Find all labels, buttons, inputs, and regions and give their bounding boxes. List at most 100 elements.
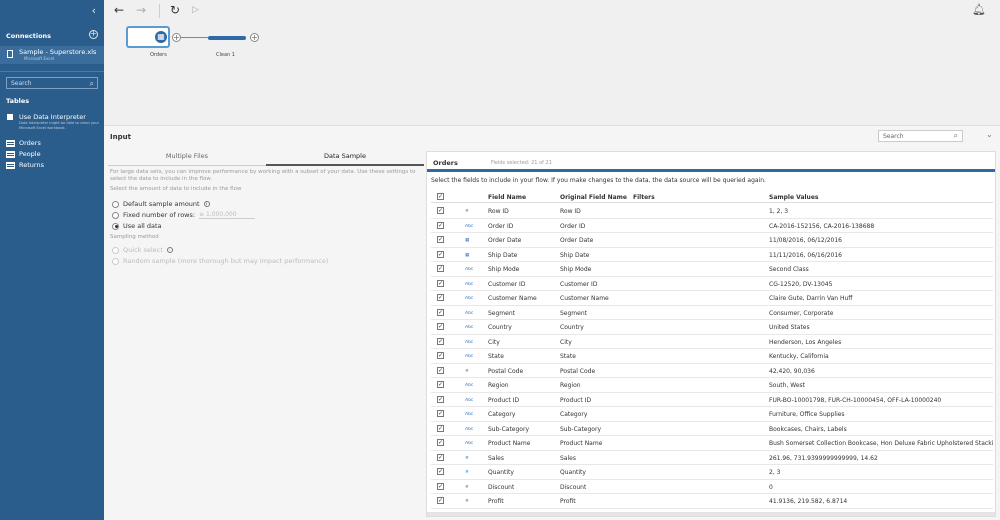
field-name[interactable]: Discount xyxy=(488,484,514,491)
string-type-icon[interactable]: Abc xyxy=(465,398,473,403)
field-name[interactable]: Product ID xyxy=(488,397,519,404)
collapse-sidebar-icon[interactable]: ‹ xyxy=(92,4,96,17)
table-row[interactable]: ✓ Abc Region Region South, West xyxy=(431,378,993,393)
string-type-icon[interactable]: Abc xyxy=(465,296,473,301)
field-checkbox[interactable]: ✓ xyxy=(437,207,444,214)
date-type-icon[interactable]: ▦ xyxy=(465,253,469,258)
table-row[interactable]: ✓ ▦ Ship Date Ship Date 11/11/2016, 06/16/20… xyxy=(431,248,993,262)
field-name[interactable]: Customer ID xyxy=(488,281,525,288)
sidebar-table-returns[interactable]: Returns xyxy=(6,160,44,170)
field-checkbox[interactable]: ✓ xyxy=(437,265,444,272)
table-row[interactable]: ✓ Abc Segment Segment Consumer, Corporate xyxy=(431,306,993,320)
field-name[interactable]: Sales xyxy=(488,455,504,462)
field-checkbox[interactable]: ✓ xyxy=(437,221,444,229)
field-name[interactable]: Region xyxy=(488,382,509,389)
clean-step-node[interactable] xyxy=(208,36,246,40)
run-flow-icon[interactable]: ▷ xyxy=(192,5,199,15)
table-row[interactable]: ✓ Abc Product ID Product ID FUR-BO-10001798,… xyxy=(431,393,993,407)
field-name[interactable]: Segment xyxy=(488,310,515,317)
string-type-icon[interactable]: Abc xyxy=(465,354,473,359)
string-type-icon[interactable]: Abc xyxy=(465,427,473,432)
field-checkbox[interactable]: ✓ xyxy=(437,323,444,330)
field-checkbox[interactable]: ✓ xyxy=(437,352,444,359)
field-checkbox[interactable]: ✓ xyxy=(437,366,444,374)
string-type-icon[interactable]: Abc xyxy=(465,383,473,388)
table-row[interactable]: ✓ Abc Ship Mode Ship Mode Second Class xyxy=(431,262,993,277)
string-type-icon[interactable]: Abc xyxy=(465,441,473,446)
table-row[interactable]: ✓ ▦ Order Date Order Date 11/08/2016, 06/12/… xyxy=(431,233,993,248)
field-name[interactable]: Quantity xyxy=(488,469,514,476)
field-name[interactable]: Category xyxy=(488,411,515,418)
number-type-icon[interactable]: # xyxy=(465,470,469,475)
table-row[interactable]: ✓ # Quantity Quantity 2, 3 xyxy=(431,465,993,480)
field-checkbox[interactable]: ✓ xyxy=(437,410,444,417)
string-type-icon[interactable]: Abc xyxy=(465,311,473,316)
field-checkbox[interactable]: ✓ xyxy=(437,279,444,287)
table-row[interactable]: ✓ Abc Category Category Furniture, Office Su… xyxy=(431,407,993,422)
radio-button[interactable] xyxy=(112,200,119,208)
info-icon[interactable]: i xyxy=(166,247,173,253)
add-step-icon-2[interactable]: + xyxy=(250,33,259,42)
data-interpreter-checkbox[interactable] xyxy=(7,114,13,120)
connection-item[interactable]: Sample - Superstore.xls Microsoft Excel xyxy=(0,46,104,64)
table-row[interactable]: ✓ Abc City City Henderson, Los Angeles xyxy=(431,335,993,349)
table-row[interactable]: ✓ # Row ID Row ID 1, 2, 3 xyxy=(431,204,993,219)
string-type-icon[interactable]: Abc xyxy=(465,224,473,229)
field-checkbox[interactable]: ✓ xyxy=(437,308,444,316)
number-type-icon[interactable]: # xyxy=(465,456,469,461)
horizontal-scrollbar[interactable] xyxy=(427,512,995,516)
date-type-icon[interactable]: ▦ xyxy=(465,238,469,243)
number-type-icon[interactable]: # xyxy=(465,209,469,214)
table-row[interactable]: ✓ # Discount Discount 0 xyxy=(431,480,993,494)
field-name[interactable]: Customer Name xyxy=(488,295,537,302)
table-row[interactable]: ✓ # Sales Sales 261.96, 731.9399999999999, 1… xyxy=(431,451,993,465)
number-type-icon[interactable]: # xyxy=(465,499,469,504)
field-name[interactable]: Profit xyxy=(488,498,504,505)
field-checkbox[interactable]: ✓ xyxy=(437,482,444,490)
radio-button[interactable] xyxy=(112,246,119,254)
field-checkbox[interactable]: ✓ xyxy=(437,337,444,345)
refresh-icon[interactable]: ↻ xyxy=(170,3,180,17)
field-name[interactable]: Country xyxy=(488,324,512,331)
table-row[interactable]: ✓ Abc Sub-Category Sub-Category Bookcases, C… xyxy=(431,422,993,436)
field-checkbox[interactable]: ✓ xyxy=(437,250,444,258)
table-row[interactable]: ✓ # Profit Profit 41.9136, 219.582, 6.8714 xyxy=(431,494,993,509)
table-row[interactable]: ✓ Abc Customer ID Customer ID CG-12520, DV-1… xyxy=(431,277,993,291)
table-row[interactable]: ✓ # Postal Code Postal Code 42,420, 90,036 xyxy=(431,364,993,378)
table-row[interactable]: ✓ Abc State State Kentucky, California xyxy=(431,349,993,364)
string-type-icon[interactable]: Abc xyxy=(465,267,473,272)
info-icon[interactable]: i xyxy=(203,201,210,207)
field-checkbox[interactable]: ✓ xyxy=(437,236,444,243)
select-all-checkbox[interactable]: ✓ xyxy=(437,193,444,200)
add-connection-icon[interactable]: + xyxy=(89,30,98,39)
field-checkbox[interactable]: ✓ xyxy=(437,439,444,446)
tab-multiple-files[interactable]: Multiple Files xyxy=(108,148,266,166)
string-type-icon[interactable]: Abc xyxy=(465,325,473,330)
field-name[interactable]: Product Name xyxy=(488,440,530,447)
radio-button[interactable] xyxy=(112,211,119,219)
radio-button[interactable] xyxy=(112,257,119,265)
field-name[interactable]: Row ID xyxy=(488,208,509,215)
radio-quick-select[interactable]: Quick select i xyxy=(112,246,173,254)
number-type-icon[interactable]: # xyxy=(465,485,469,490)
radio-use-all-data[interactable]: Use all data xyxy=(112,222,162,230)
rows-input[interactable]: ≥ 1,000,000 xyxy=(199,211,256,219)
string-type-icon[interactable]: Abc xyxy=(465,282,473,287)
table-row[interactable]: ✓ Abc Country Country United States xyxy=(431,320,993,335)
table-row[interactable]: ✓ Abc Product Name Product Name Bush Somerse… xyxy=(431,436,993,451)
field-checkbox[interactable]: ✓ xyxy=(437,381,444,388)
string-type-icon[interactable]: Abc xyxy=(465,412,473,417)
radio-random-sample[interactable]: Random sample (more thorough but may imp… xyxy=(112,257,328,265)
back-arrow-icon[interactable]: ← xyxy=(114,3,124,17)
field-name[interactable]: Ship Mode xyxy=(488,266,519,273)
number-type-icon[interactable]: # xyxy=(465,369,469,374)
sidebar-table-people[interactable]: People xyxy=(6,149,41,159)
field-name[interactable]: Sub-Category xyxy=(488,426,529,433)
field-name[interactable]: Ship Date xyxy=(488,252,517,259)
field-name[interactable]: City xyxy=(488,339,500,346)
radio-fixed-rows[interactable]: Fixed number of rows: ≥ 1,000,000 xyxy=(112,211,256,219)
notification-bell-icon[interactable]: 🔔︎ xyxy=(972,3,986,16)
field-checkbox[interactable]: ✓ xyxy=(437,468,444,475)
field-name[interactable]: Postal Code xyxy=(488,368,523,375)
add-step-icon[interactable]: + xyxy=(172,33,181,42)
